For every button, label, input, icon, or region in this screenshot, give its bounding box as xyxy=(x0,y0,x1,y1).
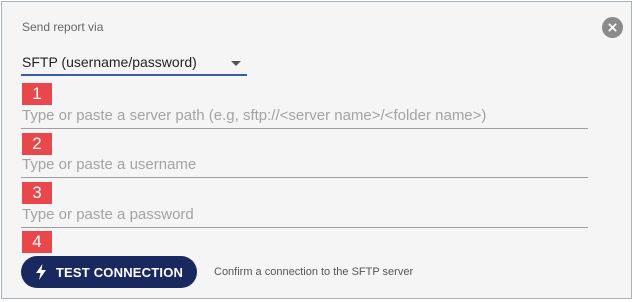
close-icon xyxy=(608,23,617,32)
send-report-dialog: Send report via SFTP (username/password)… xyxy=(1,1,632,299)
dialog-title: Send report via xyxy=(22,20,104,34)
server-path-field xyxy=(21,103,590,129)
username-input[interactable] xyxy=(21,152,590,176)
chevron-down-icon xyxy=(231,61,241,66)
delivery-method-select[interactable]: SFTP (username/password) xyxy=(21,51,247,76)
delivery-method-value: SFTP (username/password) xyxy=(22,54,197,70)
lightning-bolt-icon xyxy=(35,264,46,280)
server-path-input[interactable] xyxy=(21,103,590,127)
test-connection-button[interactable]: TEST CONNECTION xyxy=(21,256,197,288)
test-connection-hint: Confirm a connection to the SFTP server xyxy=(214,266,414,278)
username-field xyxy=(21,152,590,178)
test-connection-label: TEST CONNECTION xyxy=(55,264,184,280)
password-input[interactable] xyxy=(21,202,590,226)
step-badge-4: 4 xyxy=(22,231,52,253)
step-badge-3: 3 xyxy=(22,182,52,204)
close-button[interactable] xyxy=(602,17,623,38)
password-field xyxy=(21,202,590,228)
step-badge-1: 1 xyxy=(22,83,52,105)
